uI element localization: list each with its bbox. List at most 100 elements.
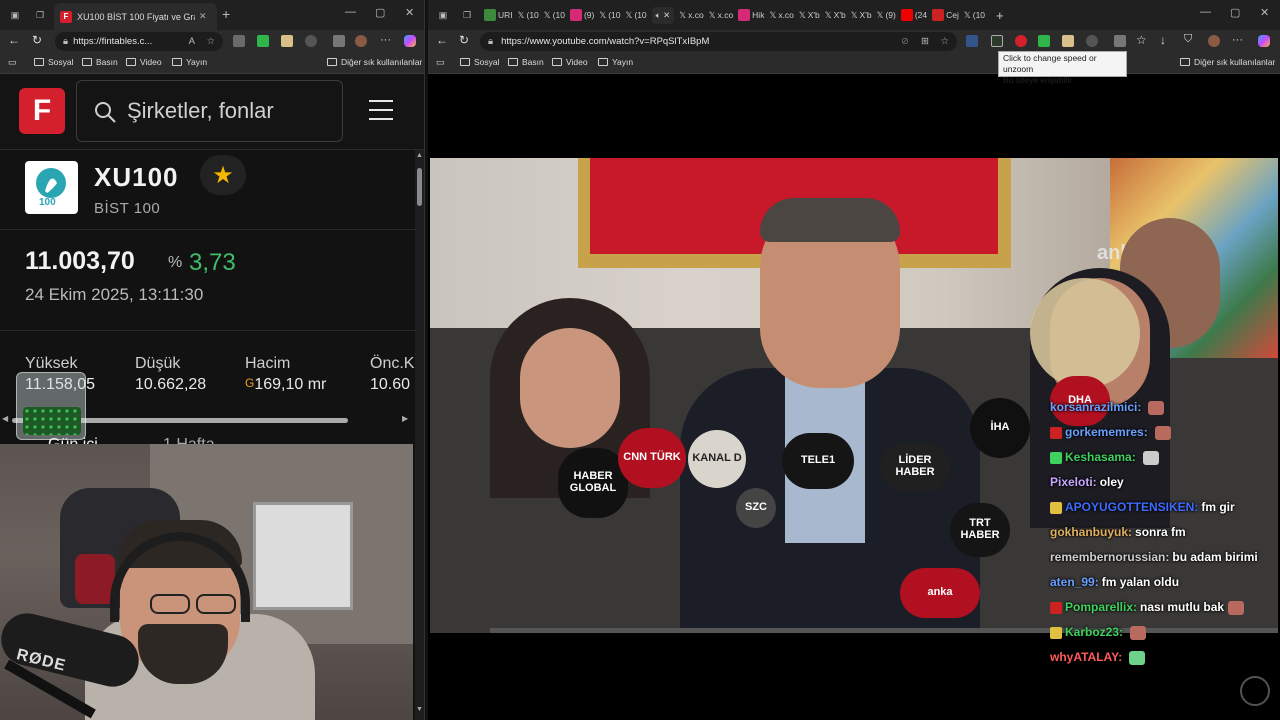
- news-favicon-icon[interactable]: [932, 9, 945, 21]
- x-icon[interactable]: 𝕏: [799, 10, 806, 21]
- tab-label[interactable]: x.co: [688, 10, 704, 20]
- tab-label[interactable]: (10: [608, 10, 620, 20]
- tab-label[interactable]: (9): [584, 10, 594, 20]
- bookmark-basin[interactable]: Basın: [508, 57, 544, 67]
- favorite-star-icon[interactable]: ☆: [940, 36, 949, 47]
- favorite-star-icon[interactable]: ☆: [206, 36, 215, 47]
- tab-label[interactable]: (9): [885, 10, 895, 20]
- youtube-video-player[interactable]: anka HABER GLOBAL CNN TÜRK KANAL D TELE1…: [428, 74, 1280, 720]
- extension-icon[interactable]: [1062, 35, 1074, 47]
- tab-label[interactable]: Hik: [752, 10, 764, 20]
- minimize-icon[interactable]: —: [1200, 6, 1211, 18]
- x-icon[interactable]: 𝕏: [626, 10, 633, 21]
- tab-fintables[interactable]: F XU100 BİST 100 Fiyatı ve Grafikle ✕: [54, 3, 217, 30]
- tab-label[interactable]: (10: [527, 10, 539, 20]
- scrollbar-thumb[interactable]: [417, 168, 422, 206]
- close-tab-icon[interactable]: ✕: [663, 10, 670, 20]
- extension-icon[interactable]: [966, 35, 978, 47]
- tab-label[interactable]: X'b: [834, 10, 846, 20]
- fintables-logo[interactable]: F: [19, 88, 65, 134]
- maximize-icon[interactable]: ▢: [375, 6, 385, 19]
- new-tab-icon[interactable]: +: [996, 8, 1004, 23]
- bookmark-video[interactable]: Video: [552, 57, 588, 67]
- back-icon[interactable]: ←: [436, 33, 448, 47]
- tab-label[interactable]: URI: [498, 10, 513, 20]
- reading-list-icon[interactable]: ▭: [436, 57, 445, 68]
- address-bar[interactable]: 🔒︎ https://www.youtube.com/watch?v=RPqSl…: [480, 32, 957, 51]
- x-icon[interactable]: 𝕏: [518, 10, 525, 21]
- extension-icon[interactable]: [305, 35, 317, 47]
- tab-label[interactable]: x.co: [718, 10, 734, 20]
- extension-icon[interactable]: [281, 35, 293, 47]
- bookmark-video[interactable]: Video: [126, 57, 162, 67]
- tab-label[interactable]: X'b: [860, 10, 872, 20]
- reload-icon[interactable]: ↻: [459, 33, 469, 47]
- profile-avatar[interactable]: [1208, 35, 1220, 47]
- tab-label[interactable]: (10: [553, 10, 565, 20]
- extension-icon[interactable]: [1015, 35, 1027, 47]
- tab-label[interactable]: (10: [634, 10, 646, 20]
- x-icon[interactable]: 𝕏: [544, 10, 551, 21]
- reload-icon[interactable]: ↻: [32, 33, 42, 47]
- x-icon[interactable]: 𝕏: [679, 10, 686, 21]
- scroll-down-icon[interactable]: ▼: [416, 706, 423, 713]
- extensions-icon[interactable]: [1114, 35, 1126, 47]
- other-bookmarks[interactable]: Diğer sık kullanılanlar: [1180, 57, 1275, 67]
- bookmark-yayin[interactable]: Yayın: [598, 57, 633, 67]
- tab-label[interactable]: X'b: [808, 10, 820, 20]
- tab-actions-icon[interactable]: ❐: [460, 8, 474, 22]
- extension-icon[interactable]: [1086, 35, 1098, 47]
- close-window-icon[interactable]: ✕: [405, 6, 414, 19]
- x-icon[interactable]: 𝕏: [877, 10, 884, 21]
- extension-icon[interactable]: [1038, 35, 1050, 47]
- profile-avatar[interactable]: [355, 35, 367, 47]
- speed-extension-icon[interactable]: [991, 35, 1003, 47]
- favorite-star-icon[interactable]: ★: [200, 155, 246, 195]
- browser-essentials-icon[interactable]: ⛉: [1184, 33, 1192, 46]
- copilot-icon[interactable]: [1258, 35, 1270, 47]
- extension-icon[interactable]: [257, 35, 269, 47]
- cast-icon[interactable]: ⊘: [901, 36, 909, 47]
- search-input[interactable]: Şirketler, fonlar: [76, 80, 343, 142]
- speaker-icon[interactable]: 🔈︎: [656, 10, 661, 20]
- tab-actions-icon[interactable]: ❐: [33, 8, 47, 22]
- bookmark-basin[interactable]: Basın: [82, 57, 118, 67]
- x-icon[interactable]: 𝕏: [709, 10, 716, 21]
- tab-favicon-icon[interactable]: [484, 8, 496, 22]
- instagram-icon[interactable]: [738, 9, 751, 21]
- youtube-icon[interactable]: [900, 9, 913, 21]
- instagram-icon[interactable]: [569, 9, 582, 21]
- read-aloud-icon[interactable]: A: [189, 36, 195, 47]
- bookmark-yayin[interactable]: Yayın: [172, 57, 207, 67]
- address-bar[interactable]: 🔒︎ https://fintables.c... A ☆: [55, 32, 223, 51]
- bookmark-sosyal[interactable]: Sosyal: [460, 57, 500, 67]
- close-tab-icon[interactable]: ✕: [199, 11, 207, 22]
- new-tab-icon[interactable]: +: [222, 6, 230, 22]
- vertical-scrollbar[interactable]: ▲ ▼: [415, 150, 424, 720]
- minimize-icon[interactable]: —: [345, 6, 356, 18]
- x-icon[interactable]: 𝕏: [599, 10, 606, 21]
- menu-icon[interactable]: [369, 100, 393, 127]
- maximize-icon[interactable]: ▢: [1230, 6, 1240, 19]
- scroll-right-icon[interactable]: ▶: [402, 414, 408, 423]
- copilot-icon[interactable]: [404, 35, 416, 47]
- downloads-icon[interactable]: ↓: [1160, 33, 1166, 47]
- scroll-up-icon[interactable]: ▲: [416, 152, 423, 159]
- tab-label[interactable]: (10: [973, 10, 985, 20]
- x-icon[interactable]: 𝕏: [769, 10, 776, 21]
- more-icon[interactable]: ···: [1232, 34, 1243, 46]
- other-bookmarks[interactable]: Diğer sık kullanılanlar: [327, 57, 422, 67]
- active-tab-youtube[interactable]: 🔈︎ ✕: [651, 6, 675, 24]
- extensions-icon[interactable]: [333, 35, 345, 47]
- extension-icon[interactable]: [233, 35, 245, 47]
- x-icon[interactable]: 𝕏: [825, 10, 832, 21]
- workspaces-icon[interactable]: ▣: [8, 8, 22, 22]
- x-icon[interactable]: 𝕏: [851, 10, 858, 21]
- bookmark-sosyal[interactable]: Sosyal: [34, 57, 74, 67]
- more-icon[interactable]: ···: [380, 34, 391, 46]
- scroll-left-icon[interactable]: ◀: [2, 414, 8, 423]
- tab-label[interactable]: Cej: [946, 10, 959, 20]
- back-icon[interactable]: ←: [8, 33, 20, 47]
- x-icon[interactable]: 𝕏: [964, 10, 971, 21]
- favorites-icon[interactable]: ☆: [1136, 33, 1147, 47]
